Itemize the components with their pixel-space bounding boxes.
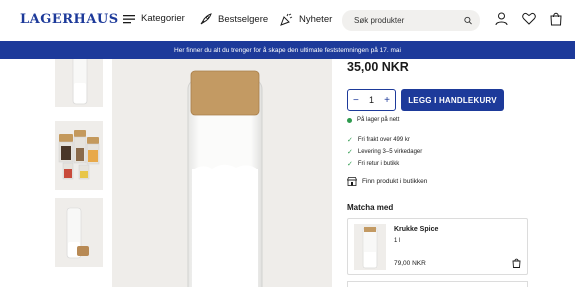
find-in-store-link[interactable]: Finn produkt i butikken bbox=[347, 177, 427, 186]
site-header: LAGERHAUS Kategorier Bestselgere Nyheter bbox=[0, 0, 575, 41]
quantity-stepper[interactable]: − 1 + bbox=[347, 89, 396, 111]
check-icon: ✓ bbox=[347, 149, 353, 156]
search-icon[interactable] bbox=[464, 16, 472, 25]
match-section-title: Matcha med bbox=[347, 203, 394, 212]
in-stock-dot-icon bbox=[347, 117, 352, 123]
usp-label: Fri frakt over 499 kr bbox=[357, 137, 410, 143]
glass-jar-with-cork-image bbox=[187, 70, 263, 287]
menu-icon bbox=[123, 14, 135, 23]
promo-banner-text: Her finner du alt du trenger for å skape… bbox=[174, 46, 401, 54]
match-product-card[interactable]: Krukke Spice 1 l 79,00 NKR bbox=[347, 218, 528, 275]
thumbnail-3[interactable] bbox=[55, 198, 103, 267]
nav-news-label: Nyheter bbox=[299, 14, 333, 25]
match-product-card[interactable] bbox=[347, 281, 528, 287]
usp-label: Levering 3–5 virkedager bbox=[357, 149, 423, 155]
usp-item: ✓ Levering 3–5 virkedager bbox=[347, 148, 422, 156]
add-to-cart-button[interactable]: LEGG I HANDLEKURV bbox=[401, 89, 504, 111]
product-main-image[interactable] bbox=[112, 59, 332, 287]
stock-status: På lager på nett bbox=[347, 117, 399, 123]
minus-button[interactable]: − bbox=[353, 95, 359, 106]
jar-product-image bbox=[362, 227, 378, 269]
heart-icon[interactable] bbox=[522, 12, 536, 25]
user-icon[interactable] bbox=[495, 12, 508, 26]
product-price: 35,00 NKR bbox=[347, 60, 409, 74]
jar-open-thumbnail-image bbox=[66, 207, 89, 259]
thumbnail-2[interactable] bbox=[55, 121, 103, 190]
match-product-size: 1 l bbox=[394, 238, 401, 244]
party-icon bbox=[280, 13, 293, 26]
rocket-icon bbox=[200, 13, 212, 25]
logo[interactable]: LAGERHAUS bbox=[20, 12, 119, 27]
thumbnail-1[interactable] bbox=[55, 59, 103, 107]
stock-status-label: På lager på nett bbox=[357, 117, 400, 123]
find-in-store-label: Finn produkt i butikken bbox=[362, 178, 428, 185]
match-product-name: Krukke Spice bbox=[394, 226, 439, 233]
check-icon: ✓ bbox=[347, 161, 353, 168]
plus-button[interactable]: + bbox=[384, 95, 390, 106]
store-icon bbox=[347, 177, 357, 186]
jars-lifestyle-image bbox=[58, 130, 100, 180]
nav-bestsellers-label: Bestselgere bbox=[218, 14, 269, 25]
check-icon: ✓ bbox=[347, 137, 353, 144]
usp-item: ✓ Fri frakt over 499 kr bbox=[347, 136, 410, 144]
jar-thumbnail-image bbox=[72, 59, 88, 105]
nav-categories-label: Kategorier bbox=[141, 13, 185, 24]
usp-label: Fri retur i butikk bbox=[357, 161, 400, 167]
search-box[interactable] bbox=[342, 10, 480, 31]
nav-news[interactable]: Nyheter bbox=[280, 13, 332, 26]
match-product-image bbox=[354, 224, 386, 270]
nav-bestsellers[interactable]: Bestselgere bbox=[199, 13, 268, 26]
bag-icon[interactable] bbox=[550, 12, 562, 26]
promo-banner[interactable]: Her finner du alt du trenger for å skape… bbox=[0, 41, 575, 59]
quantity-value[interactable]: 1 bbox=[369, 95, 374, 105]
nav-categories[interactable]: Kategorier bbox=[123, 13, 185, 24]
match-product-price: 79,00 NKR bbox=[394, 260, 426, 267]
add-to-bag-icon[interactable] bbox=[512, 258, 521, 268]
search-input[interactable] bbox=[354, 16, 464, 25]
usp-item: ✓ Fri retur i butikk bbox=[347, 160, 399, 168]
